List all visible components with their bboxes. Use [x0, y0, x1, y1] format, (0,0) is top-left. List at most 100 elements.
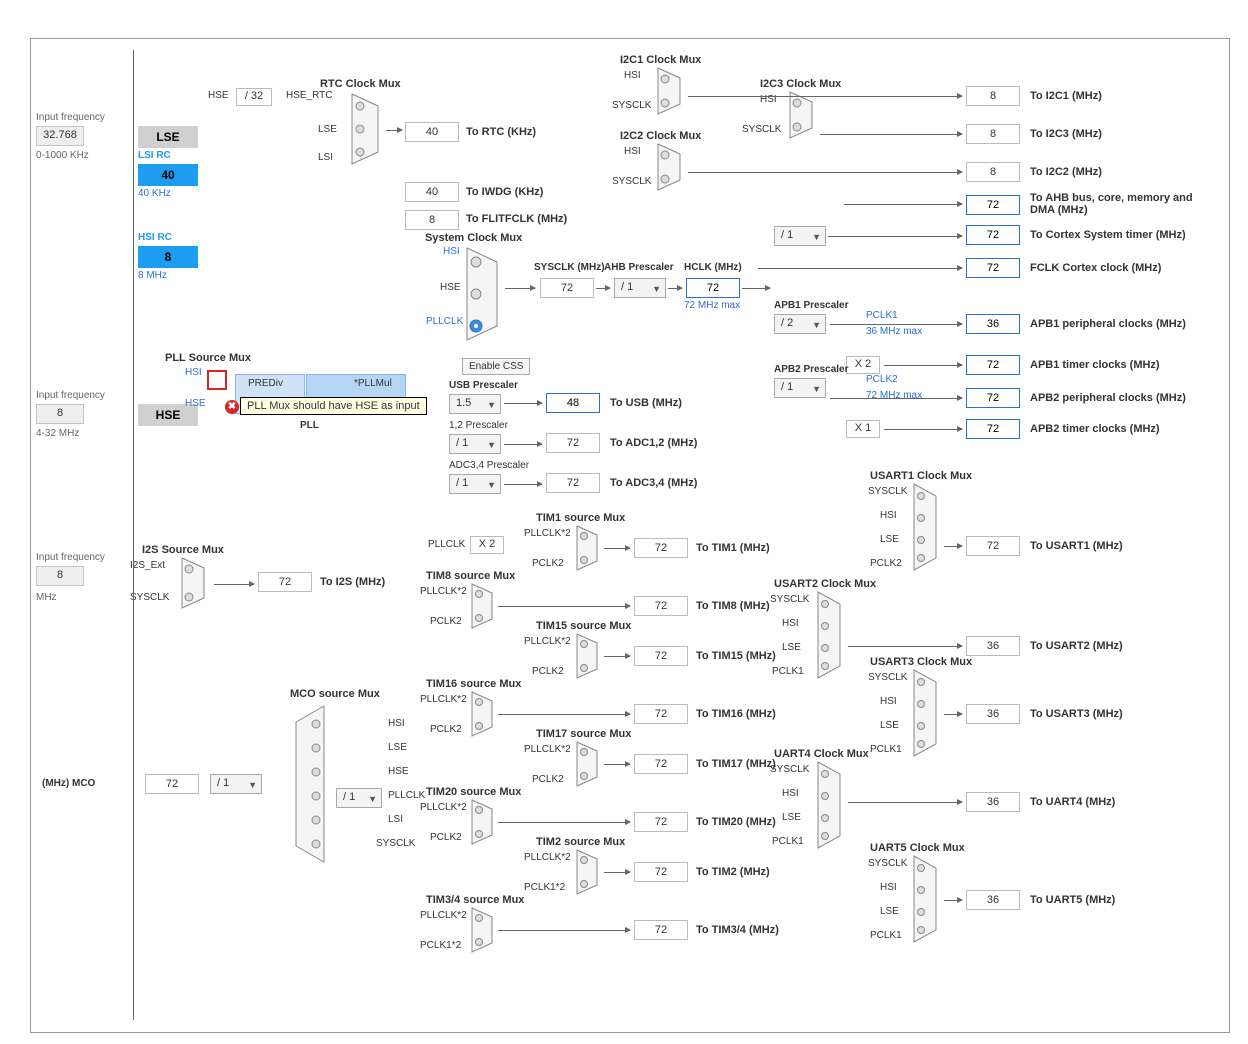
- uart4-out-label: To UART4 (MHz): [1030, 796, 1115, 808]
- tim15-mux[interactable]: [575, 632, 603, 680]
- pll-hse-sig: HSE: [185, 398, 206, 409]
- rtc-lsi-sig: LSI: [318, 152, 333, 163]
- tim16-val: 72: [634, 704, 688, 724]
- uart5-val: 36: [966, 890, 1020, 910]
- pll-src-title: PLL Source Mux: [165, 352, 251, 364]
- ahb-prescaler-select[interactable]: / 1: [614, 278, 666, 298]
- mco-out-label: (MHz) MCO: [42, 778, 95, 789]
- tim15-title: TIM15 source Mux: [536, 620, 631, 632]
- hsi-osc[interactable]: 8: [138, 246, 198, 268]
- usart1-mux[interactable]: [912, 482, 942, 572]
- input-freq-lse[interactable]: 32.768: [36, 126, 84, 146]
- tim17-val: 72: [634, 754, 688, 774]
- u2-sig1: HSI: [782, 618, 799, 629]
- usart3-mux[interactable]: [912, 668, 942, 758]
- i2c3-sysclk: SYSCLK: [742, 124, 781, 135]
- rtc-hse-sig: HSE: [208, 90, 229, 101]
- rtc-hsertc-sig: HSE_RTC: [286, 90, 333, 101]
- i2c3-val: 8: [966, 124, 1020, 144]
- tim16-pclk2: PCLK2: [430, 724, 462, 735]
- tim8-pllclk2: PLLCLK*2: [420, 586, 467, 597]
- wire: [498, 822, 630, 823]
- sysclk-val[interactable]: 72: [540, 278, 594, 298]
- mco-src-hsi: HSI: [388, 718, 405, 729]
- mco-src-pllclk: PLLCLK: [388, 790, 425, 801]
- tim2-val: 72: [634, 862, 688, 882]
- usart2-mux[interactable]: [816, 590, 846, 680]
- enable-css-button[interactable]: Enable CSS: [462, 358, 530, 375]
- apb1-prescaler-select[interactable]: / 2: [774, 314, 826, 334]
- u2-sig0: SYSCLK: [770, 594, 809, 605]
- adc12-out-label: To ADC1,2 (MHz): [610, 437, 697, 449]
- pll-hsi-sig: HSI: [185, 367, 202, 378]
- i2c1-mux[interactable]: [656, 66, 686, 116]
- mco-pll-div-select[interactable]: / 1: [336, 788, 382, 808]
- ahb-out-val: 72: [966, 195, 1020, 215]
- tim20-mux[interactable]: [470, 798, 498, 846]
- wire: [844, 204, 962, 205]
- tim34-title: TIM3/4 source Mux: [426, 894, 524, 906]
- mco-src-hse: HSE: [388, 766, 409, 777]
- uart4-mux[interactable]: [816, 760, 846, 850]
- i2s-mux[interactable]: [180, 556, 210, 610]
- usart1-title: USART1 Clock Mux: [870, 470, 972, 482]
- input-freq-hse[interactable]: 8: [36, 404, 84, 424]
- i2c3-mux[interactable]: [788, 90, 818, 140]
- i2c2-mux[interactable]: [656, 142, 686, 192]
- apb2p-label: APB2 peripheral clocks (MHz): [1030, 392, 1186, 404]
- sysclk-hse-sig: HSE: [440, 282, 461, 293]
- adc34-title: ADC3,4 Prescaler: [449, 460, 529, 471]
- cortex-div-select[interactable]: / 1: [774, 226, 826, 246]
- adc12-prescaler-select[interactable]: / 1: [449, 434, 501, 454]
- tim34-mux[interactable]: [470, 906, 498, 954]
- pll-mux-error-highlight[interactable]: [207, 370, 227, 390]
- i2c3-title: I2C3 Clock Mux: [760, 78, 841, 90]
- tim2-mux[interactable]: [575, 848, 603, 896]
- wire: [742, 288, 770, 289]
- uart5-mux[interactable]: [912, 854, 942, 944]
- i2c2-title: I2C2 Clock Mux: [620, 130, 701, 142]
- tim17-pclk2: PCLK2: [532, 774, 564, 785]
- tim34-val: 72: [634, 920, 688, 940]
- u2-sig3: PCLK1: [772, 666, 804, 677]
- apb2-title: APB2 Prescaler: [774, 364, 849, 375]
- input-freq-i2s[interactable]: 8: [36, 566, 84, 586]
- mco-src-lse: LSE: [388, 742, 407, 753]
- hsi-note: 8 MHz: [138, 270, 167, 281]
- tim16-mux[interactable]: [470, 690, 498, 738]
- tim17-mux[interactable]: [575, 740, 603, 788]
- tim1-mux[interactable]: [575, 524, 603, 572]
- apb2-prescaler-select[interactable]: / 1: [774, 378, 826, 398]
- usb-val[interactable]: 48: [546, 393, 600, 413]
- rtc-mux[interactable]: [350, 92, 386, 166]
- wire: [604, 656, 630, 657]
- wire: [604, 872, 630, 873]
- clock-diagram-frame: [30, 38, 1230, 1033]
- lsi-osc[interactable]: 40: [138, 164, 198, 186]
- ahb-title: AHB Prescaler: [604, 262, 673, 273]
- rtc-val[interactable]: 40: [405, 122, 459, 142]
- i2c1-sysclk: SYSCLK: [612, 100, 651, 111]
- sysclk-out-label: SYSCLK (MHz): [534, 262, 605, 273]
- lse-osc[interactable]: LSE: [138, 126, 198, 148]
- u5-sig1: HSI: [880, 882, 897, 893]
- usb-prescaler-select[interactable]: 1.5: [449, 394, 501, 414]
- mco-mux[interactable]: [290, 704, 328, 864]
- tim2-out-label: To TIM2 (MHz): [696, 866, 770, 878]
- apb2t-val: 72: [966, 419, 1020, 439]
- i2s-title: I2S Source Mux: [142, 544, 224, 556]
- hclk-val[interactable]: 72: [686, 278, 740, 298]
- hsi-rc-title: HSI RC: [138, 232, 172, 243]
- mco-div-select[interactable]: / 1: [210, 774, 262, 794]
- tim8-mux[interactable]: [470, 582, 498, 630]
- i2c2-val: 8: [966, 162, 1020, 182]
- tim2-title: TIM2 source Mux: [536, 836, 625, 848]
- u1-sig2: LSE: [880, 534, 899, 545]
- adc34-prescaler-select[interactable]: / 1: [449, 474, 501, 494]
- sysclk-mux[interactable]: [465, 246, 505, 342]
- apb2-mult: X 1: [846, 420, 880, 438]
- wire: [505, 288, 535, 289]
- tim20-title: TIM20 source Mux: [426, 786, 521, 798]
- mco-val[interactable]: 72: [145, 774, 199, 794]
- pclk1-note: 36 MHz max: [866, 326, 922, 337]
